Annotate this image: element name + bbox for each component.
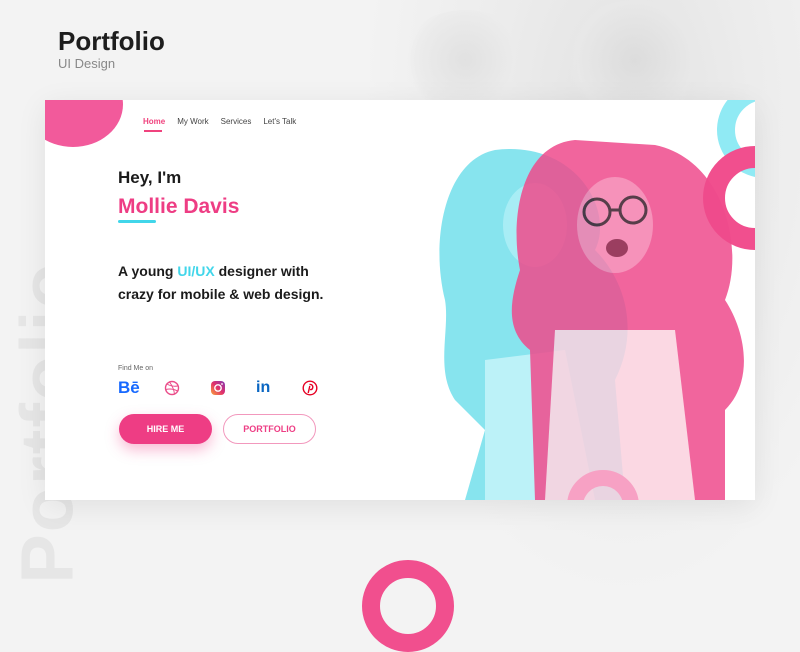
instagram-icon[interactable] — [210, 378, 256, 398]
tagline-prefix: A young — [118, 263, 178, 279]
pinterest-icon[interactable] — [302, 378, 348, 398]
hero-tagline: A young UI/UX designer with crazy for mo… — [118, 260, 348, 306]
pinterest-glyph — [302, 380, 318, 396]
logo-badge[interactable]: Md — [45, 100, 123, 147]
nav-item-services[interactable]: Services — [221, 117, 252, 126]
dribbble-icon[interactable] — [164, 378, 210, 398]
hero-portrait — [439, 140, 744, 500]
nav-item-my-work[interactable]: My Work — [177, 117, 208, 126]
hire-me-button[interactable]: HIRE ME — [119, 414, 212, 444]
hero-name: Mollie Davis — [118, 195, 240, 218]
name-underline — [118, 220, 156, 223]
portfolio-button[interactable]: PORTFOLIO — [223, 414, 316, 444]
linkedin-label: in — [256, 379, 271, 396]
linkedin-icon[interactable]: in — [256, 378, 302, 398]
behance-icon[interactable]: Bē — [118, 378, 164, 398]
instagram-glyph — [211, 381, 225, 395]
page-subtitle: UI Design — [58, 56, 116, 71]
background-face — [400, 10, 530, 110]
behance-label: Bē — [118, 378, 140, 397]
social-links: Bē in — [118, 378, 348, 398]
greeting: Hey, I'm — [118, 168, 182, 187]
page-title: Portfolio — [58, 26, 165, 56]
nav-active-underline — [144, 130, 162, 132]
nav-item-home[interactable]: Home — [143, 117, 165, 126]
nav-item-lets-talk[interactable]: Let's Talk — [263, 117, 296, 126]
tagline-accent: UI/UX — [177, 263, 215, 279]
website-mockup: Md Home My Work Services Let's Talk Hey,… — [45, 100, 755, 500]
dribbble-glyph — [164, 380, 180, 396]
decorative-ring — [362, 560, 454, 652]
find-me-label: Find Me on — [118, 365, 154, 372]
main-nav: Home My Work Services Let's Talk — [143, 117, 296, 126]
